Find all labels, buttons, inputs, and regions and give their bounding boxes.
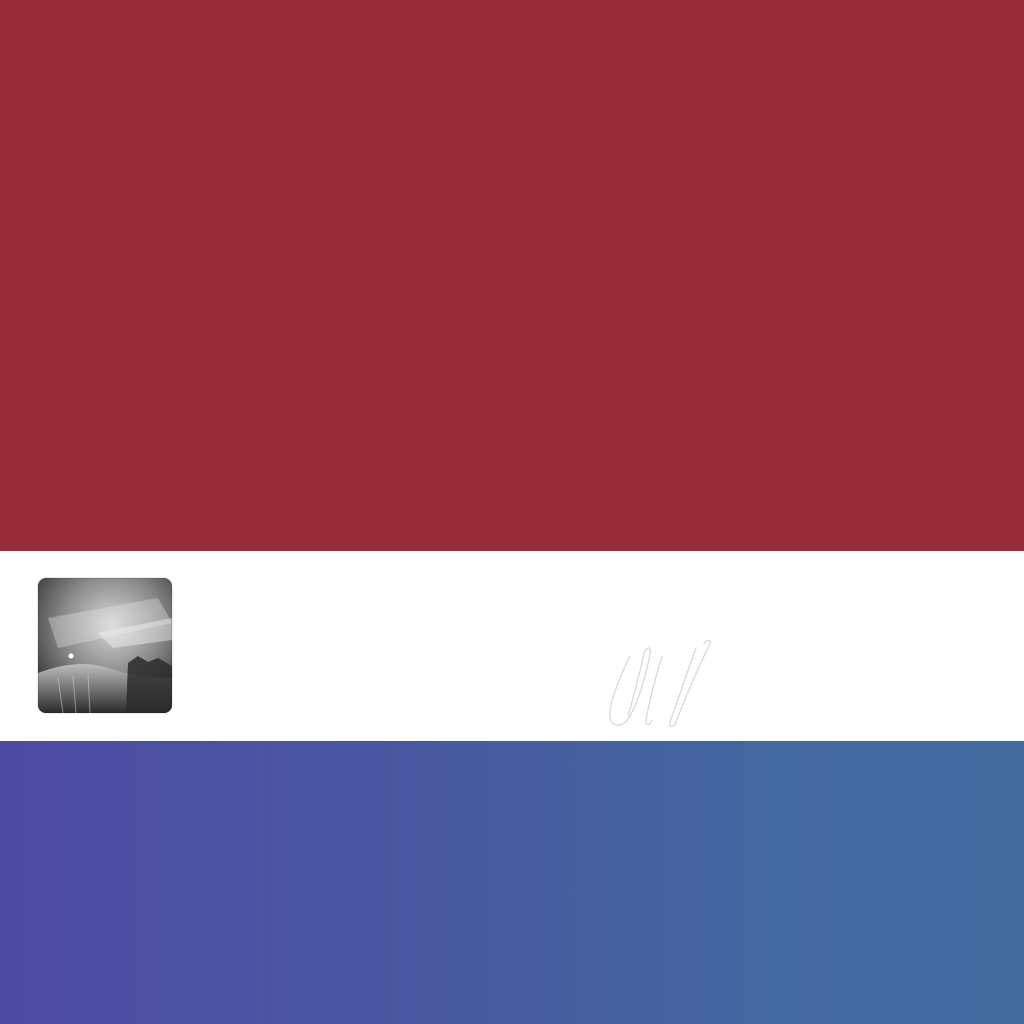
- photo-thumbnail-image: [38, 578, 172, 713]
- photo-thumbnail[interactable]: [38, 578, 172, 713]
- bottom-blue-band: [0, 741, 1024, 1024]
- page-canvas: [0, 0, 1024, 1024]
- handwritten-mark-icon: [609, 639, 711, 728]
- top-red-band: [0, 0, 1024, 551]
